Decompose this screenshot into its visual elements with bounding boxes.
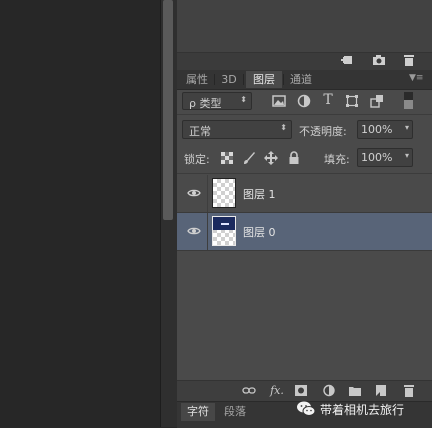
smart-object-filter-icon[interactable]: [370, 94, 384, 108]
tab-3d[interactable]: 3D: [216, 71, 242, 88]
lock-all-icon[interactable]: [287, 151, 300, 164]
tab-layers[interactable]: 图层: [246, 71, 282, 88]
chevron-updown-icon: ⬍: [280, 123, 287, 132]
eye-icon[interactable]: [187, 186, 201, 200]
new-comp-icon[interactable]: [340, 54, 354, 66]
add-mask-icon[interactable]: [294, 384, 308, 397]
fill-field[interactable]: 100% ▾: [357, 148, 413, 167]
blend-mode-dropdown[interactable]: 正常 ⬍: [182, 120, 292, 139]
fx-icon[interactable]: fx.: [268, 384, 286, 397]
chevron-down-icon: ▾: [404, 123, 409, 132]
layer-row-selected[interactable]: 图层 0: [177, 213, 432, 251]
chevron-down-icon: ▾: [404, 151, 409, 160]
layer-name[interactable]: 图层 1: [243, 186, 276, 202]
layer-name[interactable]: 图层 0: [243, 224, 276, 240]
visibility-column-divider: [207, 175, 208, 212]
shape-filter-icon[interactable]: [345, 94, 359, 108]
thumbnail-streak: [221, 223, 229, 225]
link-layers-icon[interactable]: [242, 384, 256, 397]
tab-separator: [243, 74, 244, 85]
wechat-logo-icon: [297, 401, 316, 416]
opacity-value: 100%: [361, 123, 393, 136]
adjustment-filter-icon[interactable]: [297, 94, 311, 108]
tab-separator: [283, 74, 284, 85]
image-filter-icon[interactable]: [272, 94, 286, 108]
upper-panel-footer: [177, 52, 432, 70]
lock-transparent-icon[interactable]: [220, 152, 233, 165]
watermark-text: 带着相机去旅行: [320, 403, 405, 417]
fill-value: 100%: [361, 151, 393, 164]
lock-label: 锁定:: [184, 153, 210, 166]
layer-thumbnail: [212, 216, 236, 246]
tab-paragraph[interactable]: 段落: [218, 403, 252, 421]
panel-menu-icon[interactable]: ▼≡: [409, 73, 423, 83]
new-group-icon[interactable]: [348, 384, 362, 397]
lock-pixels-brush-icon[interactable]: [242, 151, 255, 164]
delete-layer-icon[interactable]: [402, 384, 416, 397]
type-filter-icon[interactable]: T: [321, 93, 335, 107]
filter-toggle-switch[interactable]: [404, 92, 413, 109]
canvas-workspace: [0, 0, 160, 427]
visibility-column-divider: [207, 213, 208, 250]
tab-channels[interactable]: 通道: [285, 71, 317, 88]
scrollbar-thumb[interactable]: [163, 0, 173, 220]
trash-icon[interactable]: [402, 54, 416, 66]
row-divider: [177, 114, 432, 115]
tab-separator: [214, 74, 215, 85]
wechat-watermark: 带着相机去旅行: [296, 398, 430, 422]
eye-icon[interactable]: [187, 224, 201, 238]
new-layer-icon[interactable]: [374, 384, 388, 397]
filter-kind-value: ρ 类型: [189, 97, 222, 110]
opacity-label: 不透明度:: [299, 125, 347, 138]
lock-position-move-icon[interactable]: [264, 151, 278, 165]
layer-thumbnail: [212, 178, 236, 208]
layer-row[interactable]: 图层 1: [177, 175, 432, 213]
fill-label: 填充:: [324, 153, 350, 166]
adjustment-layer-icon[interactable]: [322, 384, 336, 397]
camera-icon[interactable]: [372, 54, 386, 66]
blend-mode-value: 正常: [189, 125, 211, 138]
opacity-field[interactable]: 100% ▾: [357, 120, 413, 139]
chevron-updown-icon: ⬍: [240, 95, 247, 104]
upper-panel: [177, 0, 432, 52]
filter-kind-dropdown[interactable]: ρ 类型 ⬍: [182, 92, 252, 110]
row-divider: [177, 173, 432, 174]
tab-character[interactable]: 字符: [181, 403, 215, 421]
tab-properties[interactable]: 属性: [181, 71, 213, 88]
